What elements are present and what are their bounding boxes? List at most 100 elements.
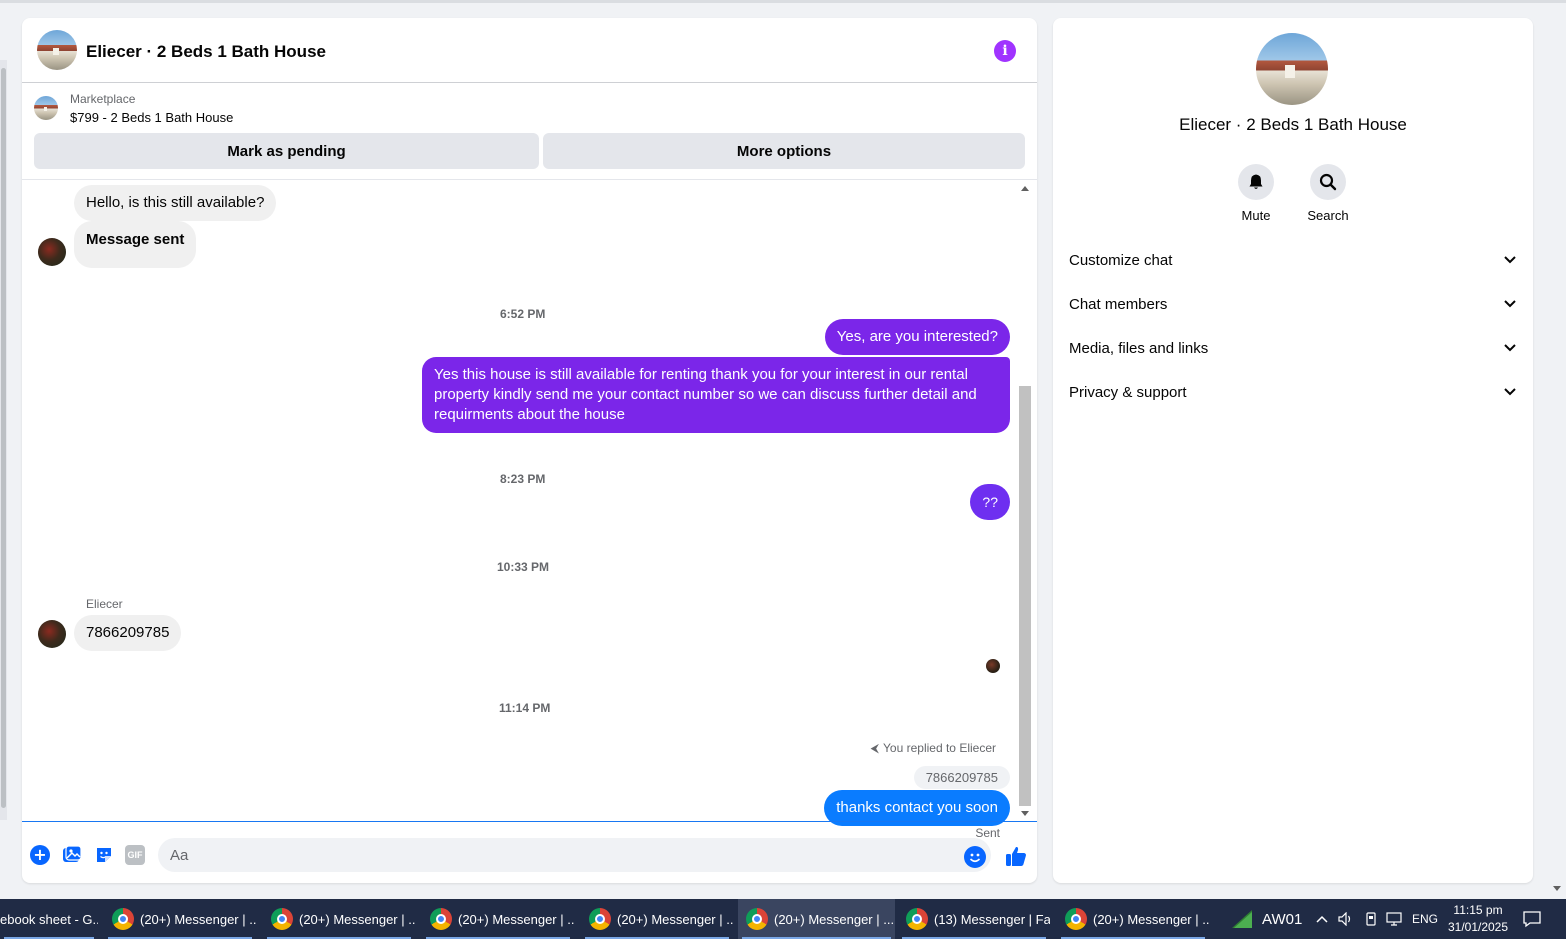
chrome-icon <box>112 908 134 930</box>
taskbar-item-messenger[interactable]: (20+) Messenger | ... <box>422 899 574 939</box>
section-media-files-links[interactable]: Media, files and links <box>1069 328 1517 368</box>
sender-avatar[interactable] <box>38 238 66 266</box>
taskbar-item-messenger[interactable]: (20+) Messenger | ... <box>581 899 733 939</box>
listing-thumbnail[interactable] <box>34 96 58 120</box>
chrome-icon <box>589 908 611 930</box>
top-border <box>0 0 1566 3</box>
taskbar-item-label: (20+) Messenger | ... <box>617 911 733 927</box>
chat-title[interactable]: Eliecer · 2 Beds 1 Bath House <box>86 42 326 62</box>
taskbar-item-messenger[interactable]: (20+) Messenger | ... <box>1057 899 1209 939</box>
info-icon[interactable]: i <box>994 40 1016 62</box>
message-bubble[interactable]: Yes this house is still available for re… <box>422 357 1010 433</box>
chat-header: Eliecer · 2 Beds 1 Bath House i <box>22 18 1037 83</box>
section-label: Chat members <box>1069 295 1168 313</box>
timestamp: 8:23 PM <box>500 472 546 486</box>
chevron-down-icon <box>1503 341 1517 355</box>
taskbar-item-messenger[interactable]: (20+) Messenger | ... <box>104 899 256 939</box>
listing-price-title[interactable]: $799 - 2 Beds 1 Bath House <box>70 110 233 125</box>
gif-icon[interactable]: GIF <box>125 845 145 865</box>
scroll-down-arrow[interactable] <box>1021 811 1029 816</box>
timestamp: 11:14 PM <box>499 701 551 715</box>
section-label: Media, files and links <box>1069 339 1209 357</box>
chrome-icon <box>906 908 928 930</box>
sender-avatar[interactable] <box>38 620 66 648</box>
signal-icon[interactable] <box>1230 899 1254 939</box>
taskbar-item-label: (20+) Messenger | ... <box>774 911 895 927</box>
network-icon[interactable] <box>1386 899 1402 939</box>
taskbar-item-label: (20+) Messenger | ... <box>458 911 574 927</box>
message-scrollbar-thumb[interactable] <box>1019 386 1031 806</box>
chat-avatar[interactable] <box>37 30 77 70</box>
message-bubble[interactable]: Yes, are you interested? <box>824 319 1010 355</box>
search-button[interactable]: Search <box>1293 164 1363 223</box>
taskbar-item-messenger[interactable]: (13) Messenger | Fa... <box>898 899 1050 939</box>
taskbar-item-label: (20+) Messenger | ... <box>299 911 415 927</box>
search-icon[interactable] <box>1310 164 1346 200</box>
bell-icon[interactable] <box>1238 164 1274 200</box>
sticker-icon[interactable] <box>94 845 114 865</box>
chevron-down-icon <box>1503 385 1517 399</box>
reply-label: You replied to Eliecer <box>883 741 996 755</box>
search-label: Search <box>1307 208 1349 223</box>
quoted-message[interactable]: 7866209785 <box>913 766 1010 789</box>
profile-name[interactable]: Eliecer · 2 Beds 1 Bath House <box>1053 115 1533 135</box>
scroll-up-arrow[interactable] <box>1021 186 1029 191</box>
message-bubble[interactable]: ?? <box>970 484 1010 520</box>
taskbar-item-messenger-active[interactable]: (20+) Messenger | ... <box>738 899 895 939</box>
plus-icon[interactable]: + <box>30 845 50 865</box>
notification-icon[interactable] <box>1522 899 1542 939</box>
language-indicator[interactable]: ENG <box>1412 899 1438 939</box>
mute-label: Mute <box>1241 208 1271 223</box>
section-customize-chat[interactable]: Customize chat <box>1069 240 1517 280</box>
conversation-info-panel: Eliecer · 2 Beds 1 Bath House Mute Searc… <box>1053 18 1533 883</box>
section-label: Customize chat <box>1069 251 1173 269</box>
taskbar-item-label: (20+) Messenger | ... <box>1093 911 1209 927</box>
profile-avatar[interactable] <box>1256 33 1328 105</box>
message-scrollbar[interactable] <box>1019 181 1031 821</box>
marketplace-label: Marketplace <box>70 92 136 106</box>
chevron-down-icon <box>1503 297 1517 311</box>
marketplace-listing: Marketplace $799 - 2 Beds 1 Bath House M… <box>22 84 1037 180</box>
read-receipt-avatar <box>986 659 1000 673</box>
chrome-icon <box>271 908 293 930</box>
taskbar-item-sheet[interactable]: ebook sheet - G... <box>0 899 98 939</box>
taskbar-item-label: (13) Messenger | Fa... <box>934 911 1050 927</box>
taskbar-item-label: ebook sheet - G... <box>0 911 98 927</box>
message-input[interactable] <box>158 838 991 872</box>
mark-as-pending-button[interactable]: Mark as pending <box>34 133 539 169</box>
speaker-icon[interactable] <box>1338 899 1354 939</box>
clock-time: 11:15 pm <box>1453 903 1503 917</box>
more-options-button[interactable]: More options <box>543 133 1025 169</box>
taskbar-item-label: (20+) Messenger | ... <box>140 911 256 927</box>
section-privacy-support[interactable]: Privacy & support <box>1069 372 1517 412</box>
page-scrollbar-thumb[interactable] <box>1 68 6 808</box>
timestamp: 10:33 PM <box>497 560 550 574</box>
section-label: Privacy & support <box>1069 383 1187 401</box>
system-clock[interactable]: 11:15 pm 31/01/2025 <box>1446 899 1510 939</box>
chrome-icon <box>1065 908 1087 930</box>
image-icon[interactable] <box>62 845 82 865</box>
thumbs-up-icon[interactable] <box>1004 844 1028 868</box>
taskbar-item-messenger[interactable]: (20+) Messenger | ... <box>263 899 415 939</box>
chevron-down-icon <box>1503 253 1517 267</box>
message-bubble[interactable]: 7866209785 <box>74 615 182 651</box>
device-icon[interactable] <box>1364 899 1378 939</box>
message-bubble[interactable]: Message sent <box>74 221 197 268</box>
chrome-icon <box>430 908 452 930</box>
page-scroll-down-arrow[interactable] <box>1553 886 1561 891</box>
network-label[interactable]: AW01 <box>1262 899 1302 939</box>
page-scrollbar[interactable] <box>0 60 7 820</box>
timestamp: 6:52 PM <box>500 307 546 321</box>
message-bubble[interactable]: Hello, is this still available? <box>74 185 277 221</box>
clock-date: 31/01/2025 <box>1447 920 1509 934</box>
windows-taskbar: ebook sheet - G... (20+) Messenger | ...… <box>0 899 1566 939</box>
chat-panel: Eliecer · 2 Beds 1 Bath House i Marketpl… <box>22 18 1037 883</box>
mute-button[interactable]: Mute <box>1221 164 1291 223</box>
composer: + GIF <box>22 821 1037 883</box>
emoji-icon[interactable] <box>964 846 986 868</box>
chrome-icon <box>746 908 768 930</box>
message-list: Hello, is this still available? Message … <box>22 181 1037 840</box>
reply-indicator: ⮜ You replied to Eliecer <box>871 741 997 756</box>
section-chat-members[interactable]: Chat members <box>1069 284 1517 324</box>
chevron-up-icon[interactable] <box>1316 899 1328 939</box>
